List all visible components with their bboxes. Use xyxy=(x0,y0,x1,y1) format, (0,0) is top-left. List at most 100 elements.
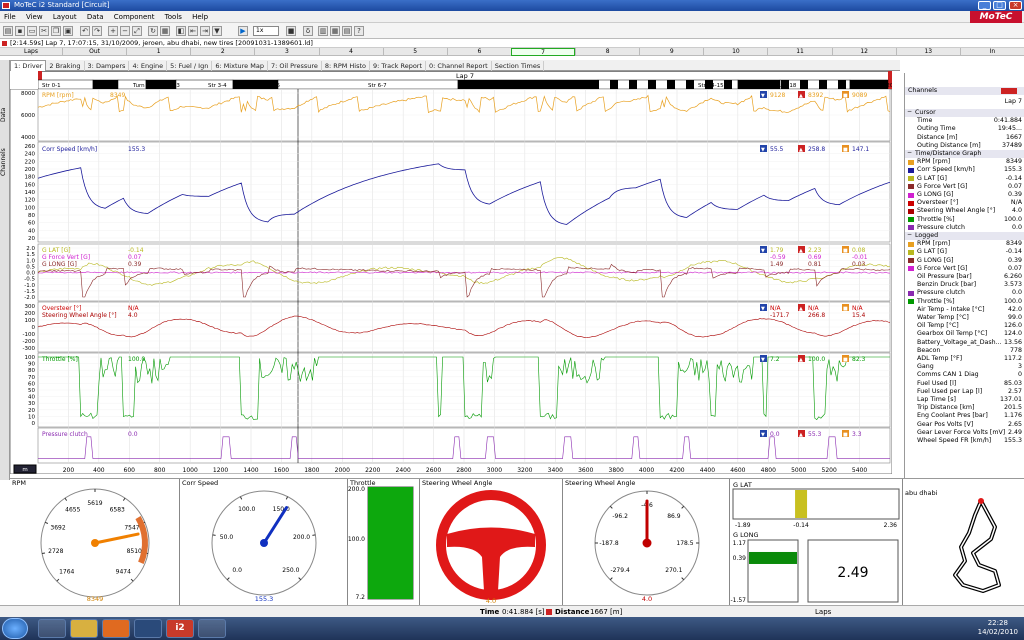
channel-row[interactable]: G Force Vert [G] 0.07 xyxy=(905,265,1024,273)
channel-row[interactable]: Steering Wheel Angle [°] 4.0 xyxy=(905,207,1024,215)
lap-cell[interactable]: 3 xyxy=(254,48,318,56)
channel-row[interactable]: Battery_Voltage_at_Dash... 13.56 xyxy=(905,339,1024,347)
start-button[interactable] xyxy=(2,618,28,639)
grid-icon[interactable]: ▦ xyxy=(330,26,340,36)
lap-cell[interactable]: Out xyxy=(62,48,126,56)
rpm-gauge-pane[interactable]: RPM 1764 2728 3692 4655 5619 6583 7547 8510 9474… xyxy=(10,479,180,606)
print-icon[interactable]: ▭ xyxy=(27,26,37,36)
worksheet-tab[interactable]: 4: Engine xyxy=(129,61,168,71)
paste-icon[interactable]: ▣ xyxy=(63,26,73,36)
stop-icon[interactable]: ■ xyxy=(286,26,296,36)
zoom-in-icon[interactable]: + xyxy=(108,26,118,36)
prev-lap-icon[interactable]: ⇤ xyxy=(188,26,198,36)
system-tray-icons[interactable] xyxy=(760,623,940,633)
cut-icon[interactable]: ✂ xyxy=(39,26,49,36)
worksheet-tab[interactable]: 1: Driver xyxy=(10,60,47,71)
lap-cell[interactable]: 9 xyxy=(639,48,703,56)
help-icon[interactable]: ? xyxy=(354,26,364,36)
channel-row[interactable]: Benzin Druck [bar] 3.573 xyxy=(905,281,1024,289)
g-force-pane[interactable]: G LAT -1.89 -0.14 2.36 G LONG 1.17 0.39 -1.57 2.… xyxy=(730,479,902,606)
channel-row[interactable]: Fuel Used [l] 85.03 xyxy=(905,380,1024,388)
lap-cell[interactable]: 7 xyxy=(510,48,576,56)
side-tab-data[interactable]: Data xyxy=(0,100,10,130)
channels-section-header[interactable]: Logged − xyxy=(905,231,1024,241)
worksheet-tab[interactable]: 9: Track Report xyxy=(370,61,427,71)
channel-row[interactable]: G LONG [G] 0.39 xyxy=(905,257,1024,265)
channel-row[interactable]: ADL Temp [°F] 117.2 xyxy=(905,355,1024,363)
layout-icon[interactable]: ▦ xyxy=(160,26,170,36)
channel-row[interactable]: Wheel Speed FR [km/h] 155.3 xyxy=(905,437,1024,445)
worksheet-tab[interactable]: 6: Mixture Map xyxy=(212,61,268,71)
channel-row[interactable]: Oil Pressure [bar] 6.260 xyxy=(905,273,1024,281)
channel-row[interactable]: Gearbox Oil Temp [°C] 124.0 xyxy=(905,330,1024,338)
channel-row[interactable]: Pressure clutch 0.0 xyxy=(905,289,1024,297)
lap-cell[interactable]: 11 xyxy=(767,48,831,56)
chart-icon[interactable]: ▥ xyxy=(318,26,328,36)
worksheet-tab[interactable]: Section Times xyxy=(492,61,545,71)
channel-row[interactable]: Corr Speed [km/h] 155.3 xyxy=(905,166,1024,174)
lap-cell[interactable]: 5 xyxy=(382,48,447,56)
channel-row[interactable]: G LAT [G] -0.14 xyxy=(905,248,1024,256)
channel-row[interactable]: G Force Vert [G] 0.07 xyxy=(905,183,1024,191)
track-map-pane[interactable]: abu dhabi xyxy=(902,479,1024,606)
lap-cell[interactable]: 1 xyxy=(126,48,190,56)
next-lap-icon[interactable]: ⇥ xyxy=(200,26,210,36)
table-icon[interactable]: ▤ xyxy=(342,26,352,36)
taskbar-window-icon[interactable] xyxy=(198,619,226,638)
worksheet-tab[interactable]: 5: Fuel / Ign xyxy=(167,61,213,71)
channel-row[interactable]: Outing Time 19:45... xyxy=(905,125,1024,133)
minimize-button[interactable]: _ xyxy=(978,1,991,10)
steering-gauge-pane[interactable]: Steering Wheel Angle -279.4-187.8-96.2-4… xyxy=(563,479,730,606)
open-icon[interactable]: ▤ xyxy=(3,26,13,36)
taskbar-media-icon[interactable] xyxy=(134,619,162,638)
save-icon[interactable]: ▪ xyxy=(15,26,25,36)
taskbar-firefox-icon[interactable] xyxy=(102,619,130,638)
channel-row[interactable]: Distance [m] 1667 xyxy=(905,134,1024,142)
side-tab-channels[interactable]: Channels xyxy=(0,140,10,185)
channel-row[interactable]: Air Temp - Intake [°C] 42.0 xyxy=(905,306,1024,314)
playback-speed-select[interactable]: 1x xyxy=(253,26,279,36)
clock[interactable]: 22:28 14/02/2010 xyxy=(978,619,1018,637)
channel-row[interactable]: G LAT [G] -0.14 xyxy=(905,175,1024,183)
menu-layout[interactable]: Layout xyxy=(49,11,81,23)
menu-data[interactable]: Data xyxy=(83,11,108,23)
fit-icon[interactable]: ⤢ xyxy=(132,26,142,36)
lap-cell[interactable]: 2 xyxy=(190,48,254,56)
lap-cell[interactable]: 10 xyxy=(703,48,767,56)
channel-row[interactable]: G LONG [G] 0.39 xyxy=(905,191,1024,199)
channels-section-header[interactable]: Cursor − xyxy=(905,108,1024,118)
channel-row[interactable]: Lap Time [s] 137.01 xyxy=(905,396,1024,404)
channel-row[interactable]: Comms CAN 1 Diag 0 xyxy=(905,371,1024,379)
worksheet-tab[interactable]: 2 Braking xyxy=(46,61,85,71)
lap-cell[interactable]: 6 xyxy=(446,48,511,56)
redo-icon[interactable]: ↷ xyxy=(92,26,102,36)
track-sections-bar[interactable]: Lap 7Str 0-1 Turn 1 Turn 2 Turn 3 Str 3-4 Tur… xyxy=(38,71,892,89)
channel-row[interactable]: RPM [rpm] 8349 xyxy=(905,240,1024,248)
worksheet-tab[interactable]: 7: Oil Pressure xyxy=(268,61,322,71)
lap-cell[interactable]: 13 xyxy=(895,48,960,56)
channel-row[interactable]: Throttle [%] 100.0 xyxy=(905,298,1024,306)
steering-wheel-pane[interactable]: Steering Wheel Angle 4.0 xyxy=(420,479,563,606)
menu-file[interactable]: File xyxy=(0,11,20,23)
throttle-bar-pane[interactable]: Throttle 200.0 100.0 7.2 xyxy=(348,479,420,606)
channel-row[interactable]: Gear Pos Volts [V] 2.65 xyxy=(905,421,1024,429)
cursor-icon[interactable]: ◧ xyxy=(176,26,186,36)
worksheet-tab[interactable]: 8: RPM Histo xyxy=(322,61,371,71)
time-distance-graph[interactable]: 200 400 600 800 1000 1200 1400 1600 1800 2000 2200… xyxy=(10,89,892,474)
copy-icon[interactable]: ❐ xyxy=(51,26,61,36)
channel-row[interactable]: RPM [rpm] 8349 xyxy=(905,158,1024,166)
channel-row[interactable]: Outing Distance [m] 37489 xyxy=(905,142,1024,150)
refresh-icon[interactable]: ↻ xyxy=(148,26,158,36)
channel-row[interactable]: Water Temp [°C] 99.0 xyxy=(905,314,1024,322)
taskbar-explorer-icon[interactable] xyxy=(38,619,66,638)
play-icon[interactable]: ▶ xyxy=(238,26,248,36)
channel-row[interactable]: Beacon 778 xyxy=(905,347,1024,355)
channels-toolbar-icon[interactable] xyxy=(1001,88,1017,94)
channel-row[interactable]: Gear Lever Force Volts [mV] 2.49 xyxy=(905,429,1024,437)
menu-view[interactable]: View xyxy=(22,11,47,23)
delta-icon[interactable]: δ xyxy=(303,26,313,36)
channel-row[interactable]: Throttle [%] 100.0 xyxy=(905,216,1024,224)
filter-icon[interactable]: ▼ xyxy=(212,26,222,36)
lap-cell[interactable]: In xyxy=(959,48,1024,56)
channel-row[interactable]: Trip Distance [km] 201.5 xyxy=(905,404,1024,412)
